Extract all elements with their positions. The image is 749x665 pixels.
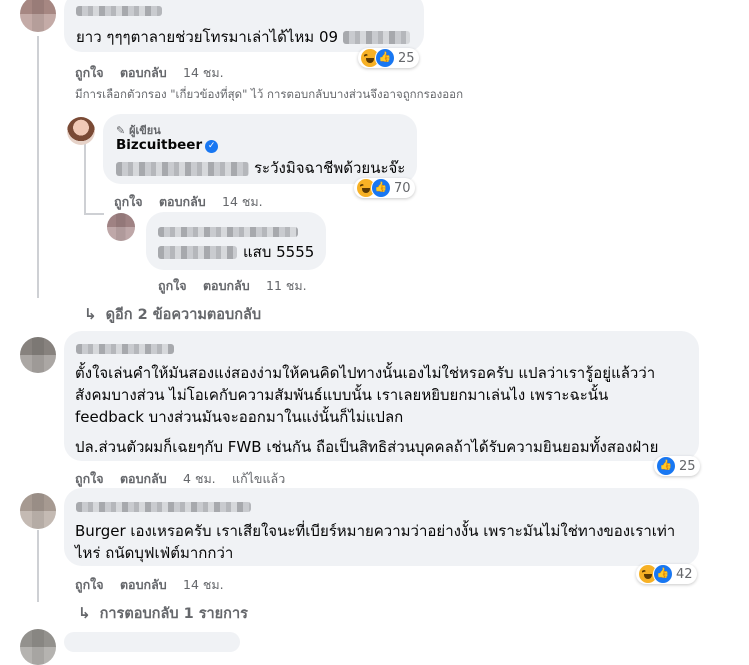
reply-arrow-icon: ↳ — [78, 604, 91, 622]
comment-actions: ถูกใจ ตอบกลับ 4 ชม. แก้ไขแล้ว — [75, 469, 285, 489]
like-reaction-icon: 👍 — [656, 456, 676, 476]
like-button[interactable]: ถูกใจ — [75, 469, 104, 489]
reply-button[interactable]: ตอบกลับ — [120, 63, 167, 83]
thread-line — [84, 213, 104, 215]
comment-text-line: สังคมบางส่วน ไม่โอเคกับความสัมพันธ์แบบนั… — [75, 386, 609, 404]
avatar[interactable] — [20, 337, 56, 373]
timestamp[interactable]: 14 ชม. — [222, 192, 263, 212]
reaction-summary[interactable]: 👍 25 — [654, 456, 700, 476]
verified-badge-icon: ✓ — [205, 140, 219, 153]
filter-note: มีการเลือกตัวกรอง "เกี่ยวข้องที่สุด" ไว้… — [75, 87, 464, 101]
avatar[interactable] — [20, 493, 56, 529]
timestamp[interactable]: 14 ชม. — [183, 575, 224, 595]
avatar[interactable] — [20, 629, 56, 665]
comment-text-line: Burger เองเหรอครับ เราเสียใจนะที่เบียร์ห… — [75, 522, 676, 540]
avatar[interactable] — [107, 213, 135, 241]
like-button[interactable]: ถูกใจ — [75, 575, 104, 595]
timestamp[interactable]: 4 ชม. — [183, 469, 216, 489]
thread-line — [84, 140, 86, 215]
reply-button[interactable]: ตอบกลับ — [120, 469, 167, 489]
author-name[interactable]: Bizcuitbeer ✓ — [116, 137, 219, 153]
timestamp[interactable]: 11 ชม. — [266, 276, 307, 296]
like-reaction-icon: 👍 — [375, 48, 395, 68]
commenter-name[interactable] — [158, 227, 298, 237]
avatar[interactable] — [20, 0, 56, 32]
pencil-icon: ✎ — [116, 124, 126, 137]
mentioned-name[interactable] — [158, 246, 237, 259]
comment-text-line: ไหร่ ถนัดบุฟเฟ่ต์มากกว่า — [75, 544, 234, 562]
reply-text: ระวังมิจฉาชีพด้วยนะจ๊ะ — [254, 159, 406, 177]
commenter-name[interactable] — [76, 6, 162, 16]
like-reaction-icon: 👍 — [653, 564, 673, 584]
like-button[interactable]: ถูกใจ — [75, 63, 104, 83]
edited-label: แก้ไขแล้ว — [232, 471, 286, 486]
like-button[interactable]: ถูกใจ — [158, 276, 187, 296]
commenter-name[interactable] — [76, 502, 251, 512]
reply-arrow-icon: ↳ — [84, 305, 97, 323]
reaction-summary[interactable]: 👍 70 — [354, 178, 415, 198]
thread-line — [37, 36, 39, 286]
author-avatar[interactable] — [67, 117, 95, 145]
comment-text: ยาว ๆๆๆตาลายช่วยโทรมาเล่าได้ไหม 09 — [76, 28, 339, 46]
thread-line — [37, 286, 39, 298]
timestamp[interactable]: 14 ชม. — [183, 63, 224, 83]
comment-bubble — [64, 632, 240, 652]
view-replies-link[interactable]: ↳ การตอบกลับ 1 รายการ — [78, 602, 248, 625]
reaction-summary[interactable]: 👍 42 — [636, 564, 697, 584]
see-more-replies-link[interactable]: ↳ ดูอีก 2 ข้อความตอบกลับ — [84, 303, 261, 326]
reply-actions: ถูกใจ ตอบกลับ 11 ชม. — [158, 276, 307, 296]
commenter-name[interactable] — [76, 344, 174, 354]
comment-actions: ถูกใจ ตอบกลับ 14 ชม. — [75, 63, 224, 83]
reaction-summary[interactable]: 👍 25 — [358, 48, 419, 68]
reply-button[interactable]: ตอบกลับ — [120, 575, 167, 595]
reply-actions: ถูกใจ ตอบกลับ 14 ชม. — [114, 192, 263, 212]
like-button[interactable]: ถูกใจ — [114, 192, 143, 212]
comment-text-line: feedback บางส่วนมันจะออกมาในแง่นั้นก็ไม่… — [75, 408, 404, 426]
reply-text: แสบ 5555 — [243, 243, 315, 261]
comment-text-line: ปล.ส่วนตัวผมก็เฉยๆกับ FWB เช่นกัน ถือเป็… — [75, 438, 659, 456]
reply-button[interactable]: ตอบกลับ — [159, 192, 206, 212]
thread-line — [37, 530, 39, 602]
reply-button[interactable]: ตอบกลับ — [203, 276, 250, 296]
redacted-phone — [343, 31, 410, 44]
like-reaction-icon: 👍 — [371, 178, 391, 198]
mentioned-name[interactable] — [116, 162, 249, 176]
comment-actions: ถูกใจ ตอบกลับ 14 ชม. — [75, 575, 224, 595]
comment-text-line: ตั้งใจเล่นคำให้มันสองแง่สองง่ามให้คนคิดไ… — [75, 364, 656, 382]
